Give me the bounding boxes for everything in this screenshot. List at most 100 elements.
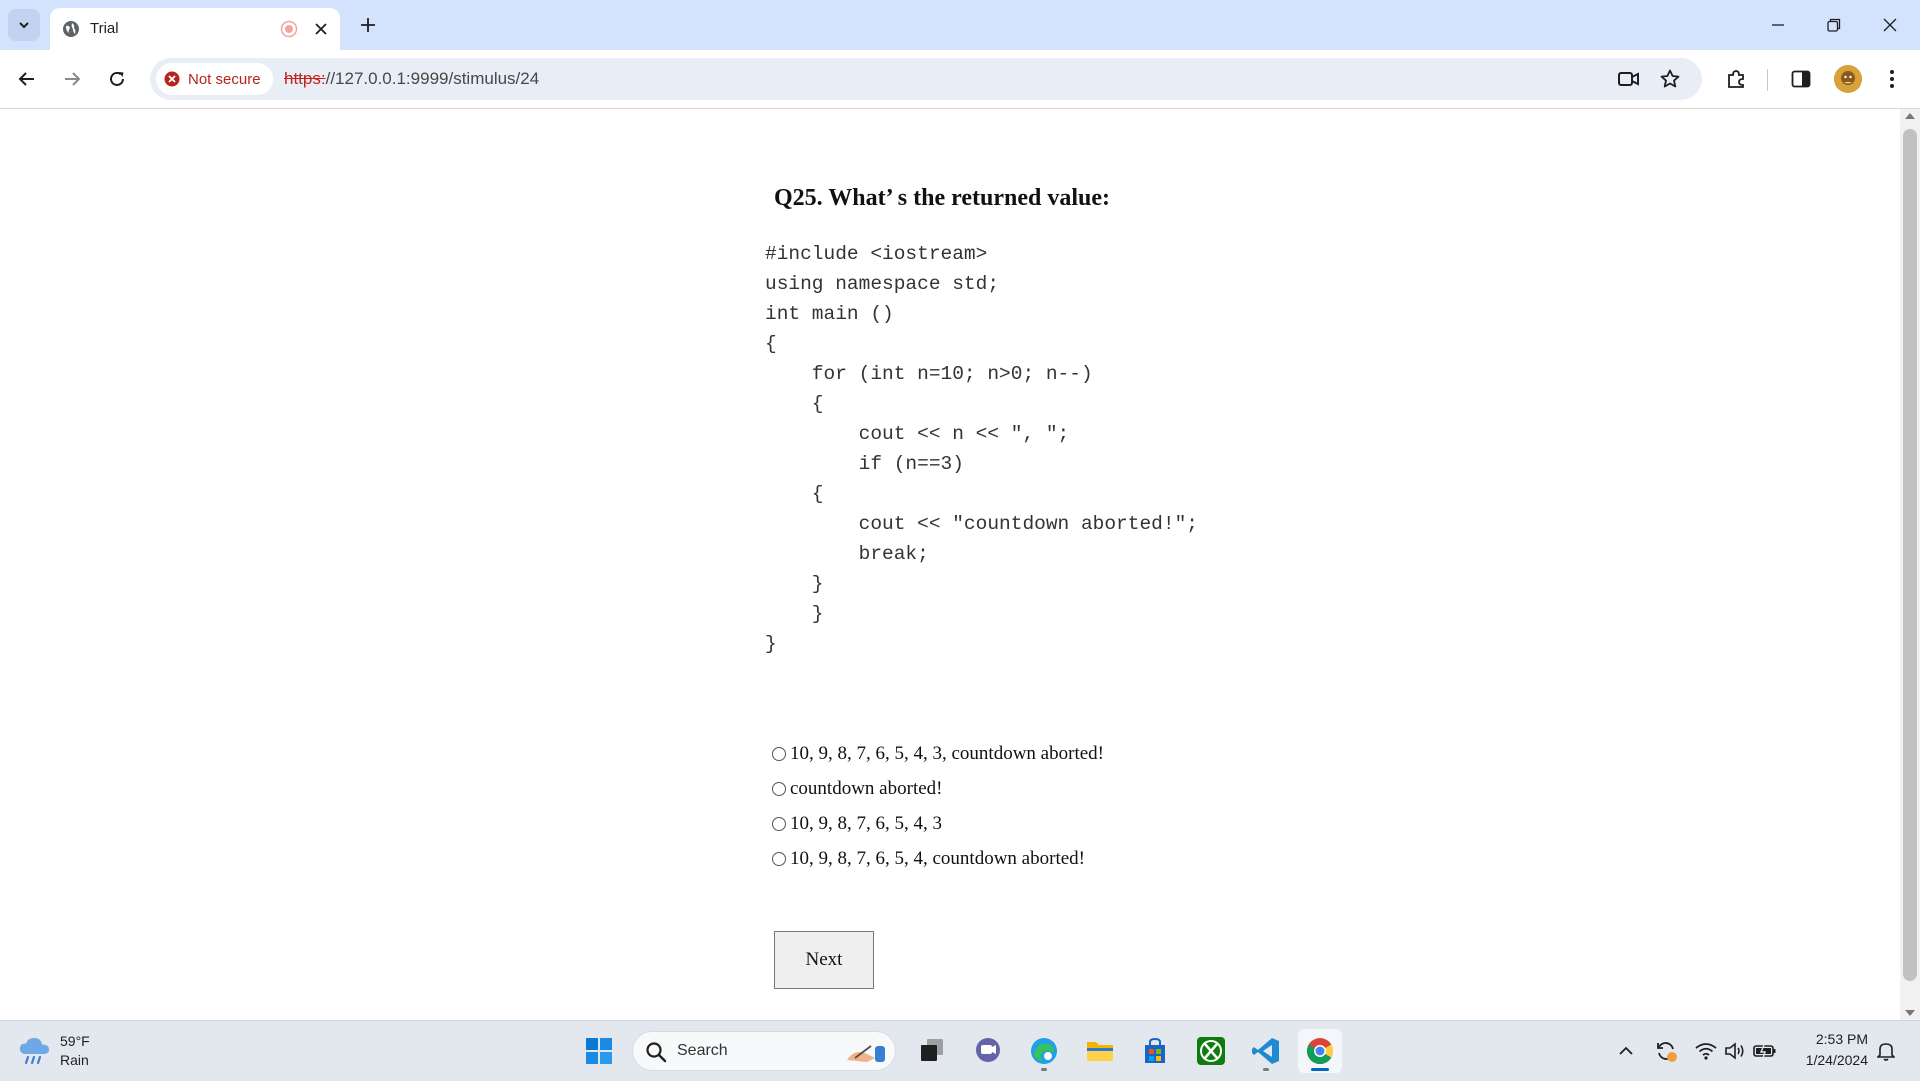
option-label[interactable]: 10, 9, 8, 7, 6, 5, 4, 3, countdown abort… bbox=[790, 743, 1104, 765]
reload-button[interactable] bbox=[101, 63, 133, 95]
weather-widget[interactable]: 59°F Rain bbox=[18, 1031, 90, 1071]
arrow-right-icon bbox=[65, 72, 81, 86]
code-line: using namespace std; bbox=[765, 273, 1000, 295]
close-window-button[interactable] bbox=[1862, 0, 1918, 50]
restore-icon bbox=[1827, 18, 1841, 32]
wifi-icon[interactable] bbox=[1694, 1039, 1718, 1063]
url-path: //127.0.0.1:9999/stimulus/24 bbox=[325, 69, 540, 88]
code-line: { bbox=[765, 393, 824, 415]
answer-option[interactable]: 10, 9, 8, 7, 6, 5, 4, 3, countdown abort… bbox=[772, 743, 1104, 778]
answer-option[interactable]: 10, 9, 8, 7, 6, 5, 4, 3 bbox=[772, 813, 1104, 848]
puzzle-icon bbox=[1728, 70, 1744, 88]
back-button[interactable] bbox=[11, 63, 43, 95]
menu-button[interactable] bbox=[1876, 63, 1908, 95]
radio-button[interactable] bbox=[772, 782, 786, 796]
taskbar-search[interactable]: Search bbox=[632, 1031, 896, 1071]
file-explorer-button[interactable] bbox=[1078, 1029, 1122, 1073]
radio-button[interactable] bbox=[772, 852, 786, 866]
address-bar[interactable]: Not secure https://127.0.0.1:9999/stimul… bbox=[150, 58, 1702, 100]
search-label: Search bbox=[677, 1042, 728, 1059]
option-label[interactable]: countdown aborted! bbox=[790, 778, 942, 800]
vscode-button[interactable] bbox=[1244, 1029, 1288, 1073]
windows-logo-icon bbox=[586, 1038, 612, 1064]
taskbar-clock[interactable]: 2:53 PM 1/24/2024 bbox=[1790, 1029, 1868, 1071]
answer-options: 10, 9, 8, 7, 6, 5, 4, 3, countdown abort… bbox=[772, 743, 1104, 883]
minimize-button[interactable] bbox=[1750, 0, 1806, 50]
camera-indicator-icon[interactable] bbox=[1616, 66, 1642, 92]
code-block: #include <iostream> using namespace std;… bbox=[765, 239, 1198, 659]
code-line: } bbox=[765, 573, 824, 595]
xbox-button[interactable] bbox=[1189, 1029, 1233, 1073]
reload-icon bbox=[110, 71, 124, 86]
profile-avatar[interactable] bbox=[1834, 65, 1862, 93]
scroll-down-arrow-icon[interactable] bbox=[1905, 1010, 1915, 1016]
chrome-button[interactable] bbox=[1298, 1029, 1342, 1073]
code-line: { bbox=[765, 333, 777, 355]
security-chip[interactable]: Not secure bbox=[156, 63, 273, 95]
code-line: cout << "countdown aborted!"; bbox=[765, 513, 1198, 535]
rain-cloud-icon bbox=[20, 1038, 49, 1065]
sync-icon[interactable] bbox=[1654, 1039, 1678, 1063]
page-viewport: Q25. What’ s the returned value: #includ… bbox=[0, 109, 1900, 1020]
recording-icon bbox=[280, 20, 298, 38]
scroll-up-arrow-icon[interactable] bbox=[1905, 113, 1915, 119]
close-tab-icon[interactable] bbox=[310, 18, 332, 40]
avatar-icon bbox=[1834, 65, 1862, 93]
option-label[interactable]: 10, 9, 8, 7, 6, 5, 4, 3 bbox=[790, 813, 942, 835]
clock-date: 1/24/2024 bbox=[1805, 1052, 1868, 1068]
chevron-down-icon bbox=[19, 22, 29, 29]
store-icon bbox=[1145, 1037, 1165, 1063]
security-label: Not secure bbox=[188, 70, 261, 88]
bookmark-star-icon[interactable] bbox=[1657, 66, 1683, 92]
minimize-icon bbox=[1772, 24, 1784, 26]
new-tab-button[interactable] bbox=[352, 9, 384, 41]
weather-temperature: 59°F bbox=[60, 1033, 90, 1049]
code-line: break; bbox=[765, 543, 929, 565]
xbox-icon bbox=[1197, 1037, 1225, 1065]
browser-toolbar: Not secure https://127.0.0.1:9999/stimul… bbox=[0, 50, 1920, 109]
start-button[interactable] bbox=[577, 1029, 621, 1073]
microsoft-store-button[interactable] bbox=[1133, 1029, 1177, 1073]
forward-button[interactable] bbox=[56, 63, 88, 95]
extensions-button[interactable] bbox=[1720, 63, 1752, 95]
question-title: Q25. What’ s the returned value: bbox=[774, 185, 1110, 211]
code-line: { bbox=[765, 483, 824, 505]
teams-chat-button[interactable] bbox=[966, 1029, 1010, 1073]
notification-bell-icon[interactable] bbox=[1874, 1039, 1898, 1063]
chat-icon bbox=[976, 1038, 1000, 1062]
code-line: if (n==3) bbox=[765, 453, 964, 475]
tray-overflow-icon[interactable] bbox=[1614, 1039, 1638, 1063]
url-text[interactable]: https://127.0.0.1:9999/stimulus/24 bbox=[284, 69, 539, 89]
radio-button[interactable] bbox=[772, 817, 786, 831]
side-panel-icon bbox=[1791, 70, 1811, 88]
toolbar-divider bbox=[1767, 69, 1768, 91]
radio-button[interactable] bbox=[772, 747, 786, 761]
answer-option[interactable]: 10, 9, 8, 7, 6, 5, 4, countdown aborted! bbox=[772, 848, 1104, 883]
tab-search-button[interactable] bbox=[8, 9, 40, 41]
battery-icon[interactable] bbox=[1753, 1039, 1777, 1063]
windows-taskbar: 59°F Rain Search 2:53 PM 1/24/2024 bbox=[0, 1020, 1920, 1081]
chrome-icon bbox=[1306, 1038, 1334, 1065]
globe-icon bbox=[63, 21, 79, 37]
tab-trial[interactable]: Trial bbox=[50, 8, 340, 50]
running-indicator bbox=[1263, 1068, 1269, 1071]
edge-button[interactable] bbox=[1022, 1029, 1066, 1073]
close-icon bbox=[1883, 18, 1897, 32]
next-button[interactable]: Next bbox=[774, 931, 874, 989]
scrollbar-thumb[interactable] bbox=[1903, 129, 1917, 981]
edge-icon bbox=[1031, 1038, 1057, 1064]
code-line: cout << n << ", "; bbox=[765, 423, 1070, 445]
answer-option[interactable]: countdown aborted! bbox=[772, 778, 1104, 813]
code-line: #include <iostream> bbox=[765, 243, 988, 265]
url-scheme: https: bbox=[284, 69, 326, 88]
task-view-icon bbox=[921, 1039, 943, 1061]
side-panel-button[interactable] bbox=[1785, 63, 1817, 95]
code-line: int main () bbox=[765, 303, 894, 325]
running-indicator bbox=[1041, 1068, 1047, 1071]
restore-button[interactable] bbox=[1806, 0, 1862, 50]
task-view-button[interactable] bbox=[910, 1029, 954, 1073]
option-label[interactable]: 10, 9, 8, 7, 6, 5, 4, countdown aborted! bbox=[790, 848, 1085, 870]
code-line: for (int n=10; n>0; n--) bbox=[765, 363, 1093, 385]
volume-icon[interactable] bbox=[1723, 1039, 1747, 1063]
page-scrollbar[interactable] bbox=[1900, 109, 1920, 1020]
